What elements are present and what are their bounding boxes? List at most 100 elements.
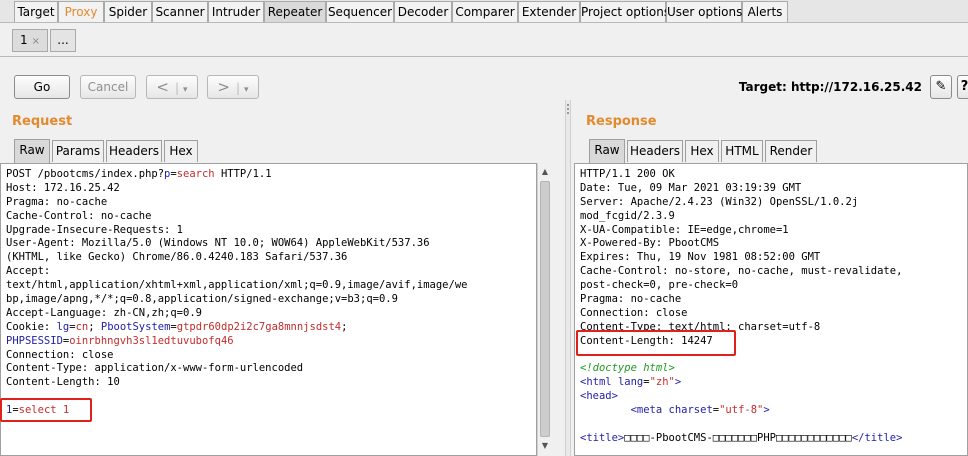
code-line: Pragma: no-cache [580, 293, 902, 307]
code-token: <html [580, 376, 618, 389]
go-button[interactable]: Go [14, 75, 70, 99]
chevron-left-icon: < [156, 78, 169, 96]
help-button[interactable]: ? [957, 75, 968, 99]
back-button[interactable]: < | ▾ [146, 75, 198, 99]
code-line: Pragma: no-cache [6, 196, 467, 210]
code-line: User-Agent: Mozilla/5.0 (Windows NT 10.0… [6, 237, 467, 251]
tab-spider[interactable]: Spider [104, 1, 152, 22]
code-token: text/html,application/xhtml+xml,applicat… [6, 279, 468, 292]
scroll-up-icon[interactable]: ▲ [538, 165, 552, 179]
code-token: POST /pbootcms/index.php? [6, 168, 165, 180]
code-line: mod_fcgid/2.3.9 [580, 210, 902, 224]
main-tab-bar: Target Proxy Spider Scanner Intruder Rep… [0, 0, 968, 23]
code-token: gtpdr60dp2i2c7ga8mnnjsdst4 [176, 320, 342, 333]
code-token: <title> [580, 431, 625, 444]
response-editor[interactable]: HTTP/1.1 200 OK Date: Tue, 09 Mar 2021 03… [574, 163, 968, 456]
code-line: Content-Type: application/x-www-form-url… [6, 362, 467, 376]
code-token: <meta [630, 404, 669, 417]
code-line: <html lang="zh"> [580, 376, 902, 390]
request-tab-headers[interactable]: Headers [106, 140, 162, 162]
repeater-tab-1[interactable]: 1 × [12, 29, 48, 52]
response-tab-html[interactable]: HTML [721, 140, 763, 162]
code-token: Accept: [6, 265, 51, 278]
chevron-right-icon: > [217, 78, 230, 96]
code-token: (KHTML, like Gecko) Chrome/86.0.4240.183… [6, 251, 348, 264]
request-scrollbar[interactable]: ▲ ▼ [537, 163, 552, 456]
tab-scanner[interactable]: Scanner [152, 1, 208, 22]
code-token: ; [341, 320, 348, 333]
code-token: oinrbhngvh3sl1edtuvubofq46 [69, 334, 234, 347]
request-tab-hex[interactable]: Hex [164, 140, 198, 162]
tab-user-options[interactable]: User options [666, 1, 742, 22]
tab-extender[interactable]: Extender [518, 1, 580, 22]
response-tab-raw[interactable]: Raw [589, 139, 625, 163]
code-token: HTTP/1.1 [214, 168, 272, 180]
response-tab-hex[interactable]: Hex [685, 140, 719, 162]
code-token: X-UA-Compatible: IE=edge,chrome=1 [580, 223, 789, 236]
edit-target-button[interactable]: ✎ [930, 75, 952, 99]
tab-intruder[interactable]: Intruder [208, 1, 264, 22]
request-tab-params[interactable]: Params [52, 140, 104, 162]
scroll-thumb[interactable] [540, 181, 550, 437]
response-tab-headers[interactable]: Headers [627, 140, 683, 162]
code-token: Upgrade-Insecure-Requests: 1 [6, 223, 184, 236]
code-token: □□□□-PbootCMS-□□□□□□□PHP□□□□□□□□□□□□ [624, 431, 852, 444]
tab-repeater[interactable]: Repeater [264, 1, 326, 22]
request-tab-raw[interactable]: Raw [14, 139, 50, 163]
close-icon[interactable]: × [32, 36, 40, 47]
forward-button[interactable]: > | ▾ [207, 75, 259, 99]
code-token: cn [75, 320, 89, 333]
code-token: Accept-Language: zh-CN,zh;q=0.9 [6, 306, 202, 319]
code-token: Date: Tue, 09 Mar 2021 03:19:39 GMT [580, 181, 802, 194]
code-token: <!doctype html> [580, 362, 675, 375]
code-line: Upgrade-Insecure-Requests: 1 [6, 224, 467, 238]
code-token: Content-Length: 10 [6, 376, 120, 389]
tab-alerts[interactable]: Alerts [742, 1, 788, 22]
code-line: Content-Length: 10 [6, 376, 467, 390]
code-token: Connection: close [580, 306, 688, 319]
repeater-tab-bar: 1 × ... [0, 23, 968, 57]
code-token: "zh" [649, 376, 675, 389]
code-token: Cookie: [6, 320, 57, 333]
code-line: HTTP/1.1 200 OK [580, 168, 902, 182]
code-token: "utf-8" [719, 404, 764, 417]
cancel-button[interactable]: Cancel [80, 75, 136, 99]
code-token: charset [668, 404, 713, 417]
pencil-icon: ✎ [935, 79, 947, 94]
code-line: <title>□□□□-PbootCMS-□□□□□□□PHP□□□□□□□□□… [580, 432, 902, 446]
code-line: X-UA-Compatible: IE=edge,chrome=1 [580, 224, 902, 238]
code-token: Content-Type: application/x-www-form-url… [6, 362, 304, 375]
code-token: Host: 172.16.25.42 [6, 181, 120, 194]
code-line: PHPSESSID=oinrbhngvh3sl1edtuvubofq46 [6, 335, 467, 349]
code-line: Cache-Control: no-cache [6, 210, 467, 224]
code-line: Accept: [6, 265, 467, 279]
tab-comparer[interactable]: Comparer [452, 1, 518, 22]
highlight-box-request-body [0, 398, 92, 422]
code-token: search [176, 168, 215, 180]
code-line: Date: Tue, 09 Mar 2021 03:19:39 GMT [580, 182, 902, 196]
code-token: Server: Apache/2.4.23 (Win32) OpenSSL/1.… [580, 195, 859, 208]
tab-target[interactable]: Target [14, 1, 58, 22]
code-line: <meta charset="utf-8"> [580, 404, 902, 418]
split-divider[interactable] [565, 100, 571, 456]
code-line: Host: 172.16.25.42 [6, 182, 467, 196]
code-token: Cache-Control: no-store, no-cache, must-… [580, 265, 903, 278]
code-token: Expires: Thu, 19 Nov 1981 08:52:00 GMT [580, 251, 821, 264]
code-token: PHPSESSID [6, 334, 63, 347]
code-token: <head> [580, 390, 618, 403]
new-tab-button[interactable]: ... [50, 29, 76, 52]
tab-project-options[interactable]: Project options [580, 1, 670, 22]
code-token: User-Agent: Mozilla/5.0 (Windows NT 10.0… [6, 237, 430, 250]
tab-proxy[interactable]: Proxy [58, 1, 104, 22]
code-line: Server: Apache/2.4.23 (Win32) OpenSSL/1.… [580, 196, 902, 210]
request-body: POST /pbootcms/index.php?p=search HTTP/1… [6, 168, 467, 418]
response-tab-render[interactable]: Render [765, 140, 817, 162]
tab-sequencer[interactable]: Sequencer [326, 1, 394, 22]
scroll-down-icon[interactable]: ▼ [538, 439, 552, 453]
code-line: (KHTML, like Gecko) Chrome/86.0.4240.183… [6, 251, 467, 265]
chevron-down-icon: ▾ [244, 85, 249, 95]
code-line: Connection: close [6, 349, 467, 363]
tab-decoder[interactable]: Decoder [394, 1, 452, 22]
code-line: Connection: close [580, 307, 902, 321]
